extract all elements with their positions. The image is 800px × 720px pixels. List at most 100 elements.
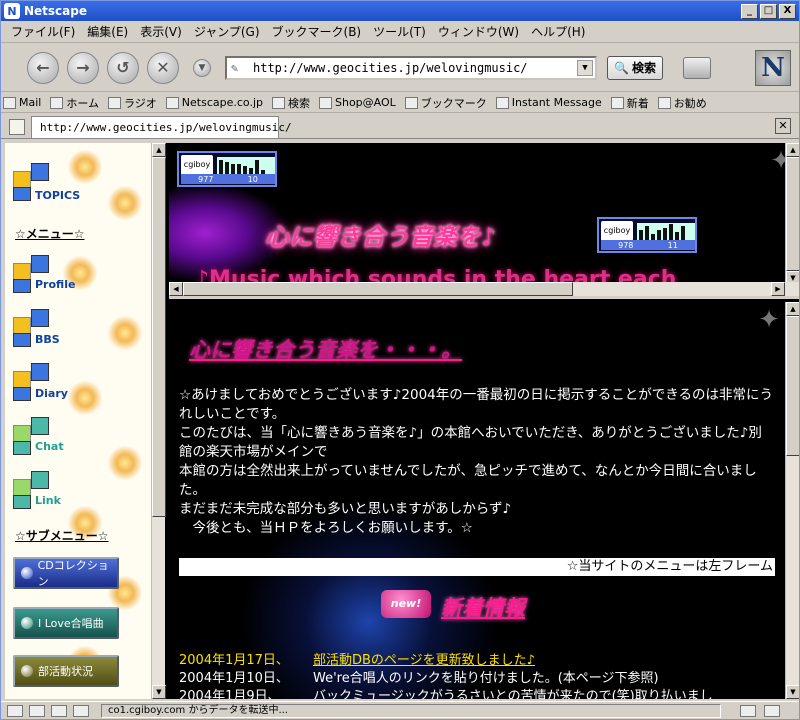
netscape-logo[interactable]: N xyxy=(755,49,791,86)
aim-icon[interactable] xyxy=(29,704,45,717)
address-book-icon[interactable] xyxy=(73,704,89,717)
url-field[interactable]: ✎ http://www.geocities.jp/welovingmusic/… xyxy=(225,55,597,80)
star-icon: ✦ xyxy=(758,305,780,335)
access-counter[interactable]: cgiboy 977 10 xyxy=(177,151,277,187)
scroll-thumb[interactable] xyxy=(786,316,799,456)
mail-icon[interactable] xyxy=(7,704,23,717)
scroll-thumb[interactable] xyxy=(152,157,166,517)
news-item: 2004年1月17日、 部活動DBのページを更新致しました♪ xyxy=(179,652,535,670)
tab-current[interactable]: http://www.geocities.jp/welovingmusic/ xyxy=(31,116,292,138)
browser-window: N Netscape _ □ X ファイル(F) 編集(E) 表示(V) ジャン… xyxy=(0,0,800,720)
ball-icon xyxy=(21,567,33,579)
print-button[interactable] xyxy=(682,56,711,79)
toolbar-item-recommend[interactable]: お勧め xyxy=(656,95,714,111)
menu-tools[interactable]: ツール(T) xyxy=(367,23,432,40)
forward-button[interactable]: → xyxy=(67,51,99,84)
menu-window[interactable]: ウィンドウ(W) xyxy=(432,23,525,40)
scroll-up-arrow-icon[interactable]: ▲ xyxy=(152,143,166,157)
submenu-heading: ☆サブメニュー☆ xyxy=(15,529,109,543)
menu-file[interactable]: ファイル(F) xyxy=(5,23,81,40)
nav-diary[interactable]: Diary xyxy=(35,387,68,400)
shop-icon xyxy=(319,96,332,109)
toolbar-item-mail[interactable]: Mail xyxy=(1,96,48,109)
cd-collection-button[interactable]: CDコレクション xyxy=(13,557,119,589)
security-lock-icon xyxy=(764,704,780,717)
search-button[interactable]: 🔍 検索 xyxy=(607,55,663,80)
flower-decoration xyxy=(105,313,145,353)
scroll-thumb[interactable] xyxy=(183,282,573,296)
nav-topics[interactable]: TOPICS xyxy=(35,189,80,202)
bookmark-icon xyxy=(610,96,624,109)
access-counter[interactable]: cgiboy 978 11 xyxy=(597,217,697,253)
toolbar-item-bookmarks[interactable]: ブックマーク xyxy=(403,95,494,111)
main-heading: 心に響き合う音楽を・・・。 xyxy=(189,337,462,362)
nav-bbs[interactable]: BBS xyxy=(35,333,60,346)
page-icon: ✎ xyxy=(231,60,239,75)
minimize-button[interactable]: _ xyxy=(741,3,758,19)
left-frame-scrollbar[interactable]: ▲ ▼ xyxy=(151,143,166,699)
menu-edit[interactable]: 編集(E) xyxy=(81,23,134,40)
menu-help[interactable]: ヘルプ(H) xyxy=(525,23,591,40)
i-love-chorus-button[interactable]: I Love合唱曲 xyxy=(13,607,119,639)
headphones-icon xyxy=(108,96,122,109)
nav-profile[interactable]: Profile xyxy=(35,278,75,291)
news-item: 2004年1月10日、 We're合唱人のリンクを貼り付けました。(本ページ下参… xyxy=(179,671,659,686)
page-content: TOPICS ☆メニュー☆ Profile BBS Diary Chat Lin… xyxy=(5,143,799,699)
menu-bookmarks[interactable]: ブックマーク(B) xyxy=(266,23,368,40)
composer-icon[interactable] xyxy=(51,704,67,717)
reload-button[interactable]: ↺ xyxy=(107,51,139,84)
nav-chat[interactable]: Chat xyxy=(35,440,64,453)
status-right-icons xyxy=(721,704,799,717)
club-activity-button[interactable]: 部活動状況 xyxy=(13,655,119,687)
scroll-down-arrow-icon[interactable]: ▼ xyxy=(152,685,166,699)
tab-bar: http://www.geocities.jp/welovingmusic/ ✕ xyxy=(1,115,799,139)
close-tab-button[interactable]: ✕ xyxy=(775,118,791,134)
scroll-down-arrow-icon[interactable]: ▼ xyxy=(786,685,799,699)
new-badge-icon: new! xyxy=(381,590,431,618)
scroll-thumb[interactable] xyxy=(786,157,799,271)
stop-icon: ✕ xyxy=(156,58,170,77)
home-icon xyxy=(50,96,64,109)
my-icon xyxy=(165,96,179,109)
url-history-button[interactable]: ▼ xyxy=(193,58,211,77)
news-item: 2004年1月9日、 バックミュージックがうるさいとの苦情が来たので(笑)取り払… xyxy=(179,689,713,699)
scroll-right-arrow-icon[interactable]: ▶ xyxy=(771,282,785,296)
menu-view[interactable]: 表示(V) xyxy=(134,23,188,40)
flower-decoration xyxy=(65,147,105,187)
toolbar-item-home[interactable]: ホーム xyxy=(48,95,106,111)
top-frame-vscrollbar[interactable]: ▲ ▼ xyxy=(785,143,799,285)
news-list: 2004年1月17日、 部活動DBのページを更新致しました♪ 2004年1月10… xyxy=(179,652,789,699)
folder-icon xyxy=(404,96,418,109)
scroll-up-arrow-icon[interactable]: ▲ xyxy=(786,143,799,157)
search-button-label: 検索 xyxy=(631,61,656,75)
close-button[interactable]: X xyxy=(779,3,796,19)
toolbar-item-shop[interactable]: Shop@AOL xyxy=(317,96,403,109)
connection-icon xyxy=(740,704,756,717)
menu-notice-marquee: ☆当サイトのメニューは左フレーム xyxy=(179,558,775,576)
toolbar-item-instant-message[interactable]: Instant Message xyxy=(494,96,609,109)
scroll-left-arrow-icon[interactable]: ◀ xyxy=(169,282,183,296)
url-dropdown-icon[interactable]: ▼ xyxy=(577,59,593,76)
status-message: co1.cgiboy.com からデータを転送中... xyxy=(101,703,721,718)
maximize-button[interactable]: □ xyxy=(760,3,777,19)
bookmark-icon xyxy=(495,96,509,109)
flower-decoration xyxy=(105,183,145,223)
navigation-toolbar: ← → ↺ ✕ ▼ ✎ http://www.geocities.jp/welo… xyxy=(1,44,799,92)
sidebar-toggle-icon[interactable] xyxy=(9,119,25,135)
nav-link[interactable]: Link xyxy=(35,494,61,507)
toolbar-item-radio[interactable]: ラジオ xyxy=(106,95,164,111)
toolbar-item-new[interactable]: 新着 xyxy=(609,95,656,111)
scroll-up-arrow-icon[interactable]: ▲ xyxy=(786,302,799,316)
top-frame-hscrollbar[interactable]: ◀ ▶ xyxy=(169,282,799,296)
toolbar-item-search[interactable]: 検索 xyxy=(270,95,317,111)
menu-go[interactable]: ジャンプ(G) xyxy=(188,23,266,40)
flower-decoration xyxy=(65,378,105,418)
netscape-app-icon: N xyxy=(4,3,20,19)
stop-button[interactable]: ✕ xyxy=(147,51,179,84)
greeting-text: ☆あけましておめでとうございます♪2004年の一番最初の日に掲示することができる… xyxy=(179,387,773,536)
top-frame: cgiboy 977 10 cgiboy 978 11 心に響き合う音楽を♪ ♪Mu… xyxy=(169,143,799,299)
back-button[interactable]: ← xyxy=(27,51,59,84)
toolbar-item-netscape[interactable]: Netscape.co.jp xyxy=(164,96,270,109)
main-frame-scrollbar[interactable]: ▲ ▼ xyxy=(785,302,799,699)
news-link[interactable]: 部活動DBのページを更新致しました♪ xyxy=(313,652,535,670)
